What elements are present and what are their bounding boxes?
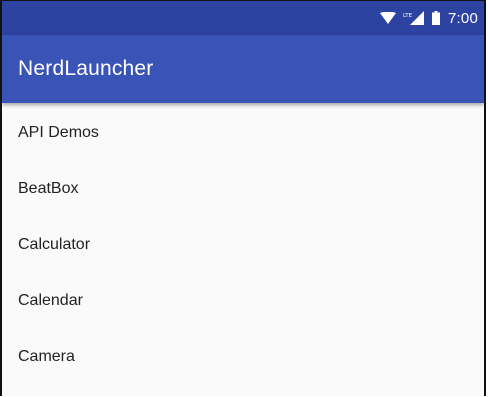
lte-label: LTE (403, 13, 413, 19)
list-item-beatbox[interactable]: BeatBox (2, 161, 484, 217)
lte-signal-icon: LTE (403, 11, 425, 25)
device-screen: LTE 7:00 NerdLauncher API Demos BeatBox … (0, 0, 486, 396)
status-bar: LTE 7:00 (2, 1, 484, 35)
list-item-camera[interactable]: Camera (2, 329, 484, 385)
battery-icon (432, 11, 440, 25)
app-list: API Demos BeatBox Calculator Calendar Ca… (2, 105, 484, 385)
list-item-api-demos[interactable]: API Demos (2, 105, 484, 161)
app-title: NerdLauncher (18, 57, 154, 80)
app-bar: NerdLauncher (2, 35, 484, 103)
status-time: 7:00 (448, 9, 478, 27)
list-item-calculator[interactable]: Calculator (2, 217, 484, 273)
wifi-icon (380, 11, 396, 25)
list-item-calendar[interactable]: Calendar (2, 273, 484, 329)
